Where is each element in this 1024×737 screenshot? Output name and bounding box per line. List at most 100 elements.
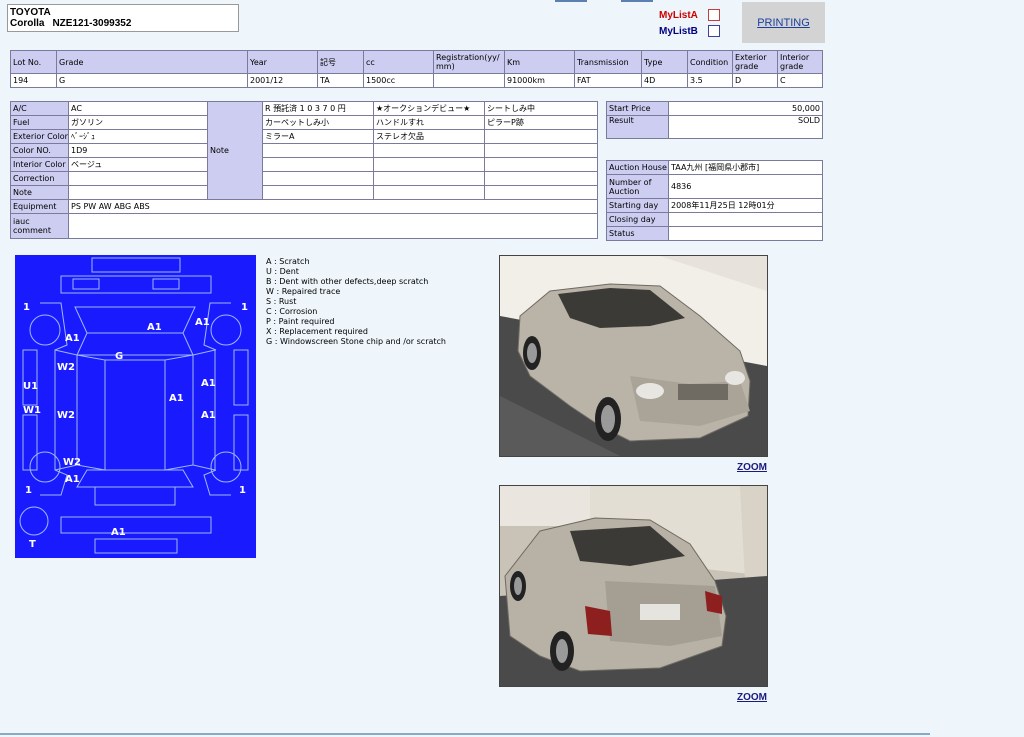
note-cell — [484, 157, 598, 172]
legend-item: G : Windowscreen Stone chip and /or scra… — [266, 337, 446, 346]
spec-header: Interior grade — [777, 50, 823, 74]
car-photo-rear[interactable] — [499, 485, 768, 687]
color-no-value: 1D9 — [68, 143, 208, 158]
spec-value: 1500cc — [363, 73, 434, 88]
note-cell — [262, 157, 374, 172]
mylist-a-label: MyListA — [659, 10, 698, 21]
ext-color-label: Exterior Color — [10, 129, 69, 144]
start-price-label: Start Price — [606, 101, 669, 116]
mylist-a-checkbox[interactable] — [708, 9, 720, 21]
zoom-link-front[interactable]: ZOOM — [737, 462, 767, 473]
diagram-mark: G — [115, 351, 123, 362]
auction-number-value: 4836 — [668, 174, 823, 199]
legend-item: B : Dent with other defects,deep scratch — [266, 277, 429, 286]
spec-header: Registration(yy/ mm) — [433, 50, 505, 74]
correction-label: Correction — [10, 171, 69, 186]
diagram-mark: A1 — [169, 393, 184, 404]
spec-header: Type — [641, 50, 688, 74]
start-price-value: 50,000 — [668, 101, 823, 116]
note-cell: R 預託済 1 0 3 7 0 円 — [262, 101, 374, 116]
spec-header: Transmission — [574, 50, 642, 74]
spec-header: cc — [363, 50, 434, 74]
legend-item: C : Corrosion — [266, 307, 318, 316]
spec-value: G — [56, 73, 248, 88]
auction-house-value: TAA九州 [福岡県小郡市] — [668, 160, 823, 175]
correction-value — [68, 171, 208, 186]
car-photo-front[interactable] — [499, 255, 768, 457]
note-cell — [373, 157, 485, 172]
iauc-label: iauc comment — [10, 213, 69, 239]
note-cell: カーペットしみ小 — [262, 115, 374, 130]
diagram-mark: 1 — [239, 485, 246, 496]
note-label: Note — [10, 185, 69, 200]
diagram-mark: W2 — [63, 457, 81, 468]
color-no-label: Color NO. — [10, 143, 69, 158]
spec-value: C — [777, 73, 823, 88]
legend-item: A : Scratch — [266, 257, 310, 266]
spec-header: Km — [504, 50, 575, 74]
spec-value: 4D — [641, 73, 688, 88]
note-col-label: Note — [207, 101, 263, 200]
fuel-value: ガソリン — [68, 115, 208, 130]
note-cell: シートしみ中 — [484, 101, 598, 116]
diagram-mark: A1 — [201, 410, 216, 421]
diagram-mark: 1 — [23, 302, 30, 313]
closing-day-label: Closing day — [606, 212, 669, 227]
note-cell — [484, 185, 598, 200]
closing-day-value — [668, 212, 823, 227]
note-cell — [484, 143, 598, 158]
result-value: SOLD — [668, 115, 823, 139]
vehicle-make: TOYOTA — [10, 7, 51, 18]
vehicle-title-box: TOYOTA Corolla NZE121-3099352 — [7, 4, 239, 32]
int-color-label: Interior Color — [10, 157, 69, 172]
note-cell — [373, 171, 485, 186]
diagram-mark: A1 — [65, 333, 80, 344]
auction-house-label: Auction House — [606, 160, 669, 175]
equipment-value: PS PW AW ABG ABS — [68, 199, 598, 214]
diagram-mark: W2 — [57, 362, 75, 373]
legend-item: P : Paint required — [266, 317, 335, 326]
mylist-b-checkbox[interactable] — [708, 25, 720, 37]
spec-value: TA — [317, 73, 364, 88]
top-tab-line — [555, 0, 587, 2]
note-cell — [262, 185, 374, 200]
spec-header: 記号 — [317, 50, 364, 74]
note-cell: ステレオ欠品 — [373, 129, 485, 144]
spec-header: Year — [247, 50, 318, 74]
legend-item: U : Dent — [266, 267, 299, 276]
vehicle-model: Corolla — [10, 18, 45, 29]
spec-header: Exterior grade — [732, 50, 778, 74]
diagram-mark: A1 — [111, 527, 126, 538]
status-value — [668, 226, 823, 241]
note-cell — [484, 171, 598, 186]
zoom-link-rear[interactable]: ZOOM — [737, 692, 767, 703]
mylist-b-label: MyListB — [659, 26, 698, 37]
spec-value: 3.5 — [687, 73, 733, 88]
diagram-mark: 1 — [25, 485, 32, 496]
spec-value: FAT — [574, 73, 642, 88]
equipment-label: Equipment — [10, 199, 69, 214]
ext-color-value: ﾍﾞｰｼﾞｭ — [68, 129, 208, 144]
spec-header: Condition — [687, 50, 733, 74]
legend-item: X : Replacement required — [266, 327, 368, 336]
note-cell — [262, 171, 374, 186]
note-cell — [373, 143, 485, 158]
note-cell: ハンドルすれ — [373, 115, 485, 130]
car-rear-image — [500, 486, 767, 686]
vehicle-chassis: NZE121-3099352 — [52, 18, 132, 29]
inspection-diagram: 1 1 A1 A1 A1 G W2 U1 W1 W2 A1 A1 A1 W2 A… — [15, 255, 256, 558]
price-table: Start Price 50,000 Result SOLD — [606, 101, 823, 139]
spec-value: 2001/12 — [247, 73, 318, 88]
diagram-mark: 1 — [241, 302, 248, 313]
note-cell — [484, 129, 598, 144]
printing-button[interactable]: PRINTING — [742, 2, 825, 43]
int-color-value: ベージュ — [68, 157, 208, 172]
diagram-mark: A1 — [201, 378, 216, 389]
diagram-mark: W2 — [57, 410, 75, 421]
auction-number-label: Number of Auction — [606, 174, 669, 199]
page-bottom-divider — [0, 733, 930, 735]
legend-item: S : Rust — [266, 297, 297, 306]
note-cell — [373, 185, 485, 200]
iauc-value — [68, 213, 598, 239]
spec-value: 91000km — [504, 73, 575, 88]
